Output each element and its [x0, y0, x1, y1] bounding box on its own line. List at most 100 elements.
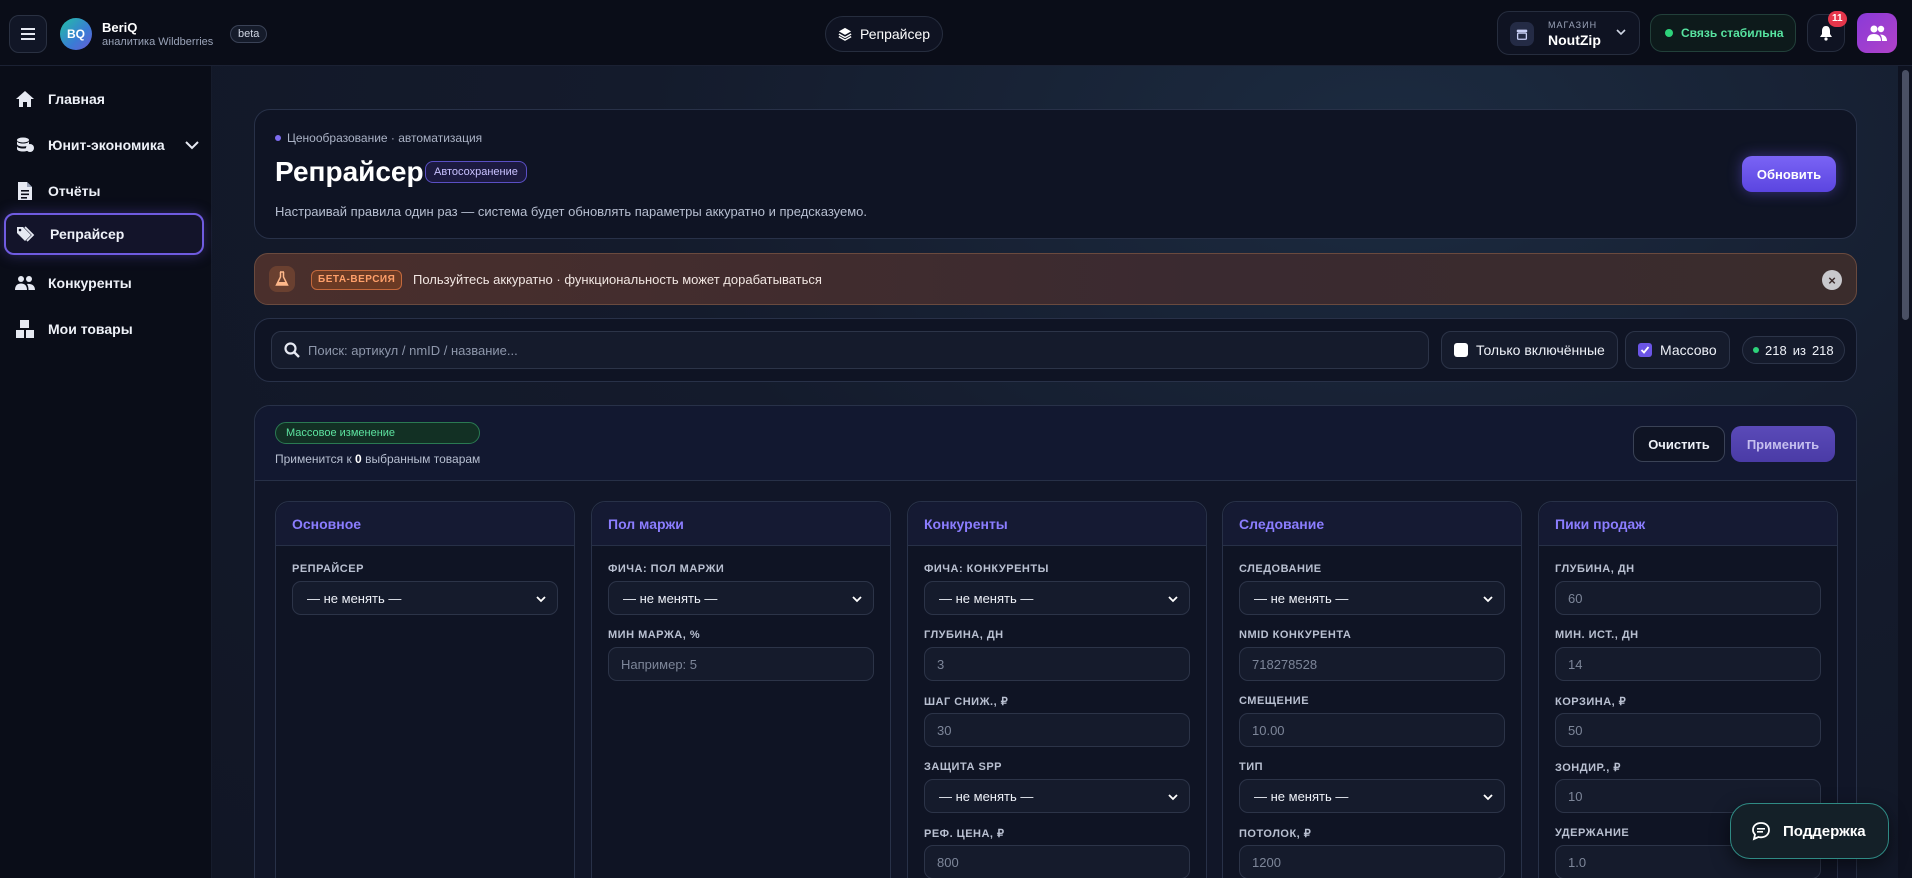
apply-button[interactable]: Применить [1731, 426, 1835, 462]
support-button[interactable]: Поддержка [1730, 803, 1889, 859]
sidebar-item-competitors[interactable]: Конкуренты [4, 262, 204, 304]
only-enabled-toggle[interactable]: Только включённые [1441, 331, 1618, 369]
sidebar-item-label: Главная [48, 91, 105, 107]
panel-basic: Основное РЕПРАЙСЕР — не менять — [275, 501, 575, 878]
status-dot [1665, 29, 1673, 37]
mass-edit-subtitle: Применится к 0 выбранным товарам [275, 452, 480, 466]
mass-mode-toggle[interactable]: Массово [1625, 331, 1730, 369]
only-enabled-label: Только включённые [1476, 342, 1605, 358]
search-input[interactable]: Поиск: артикул / nmID / название... [271, 331, 1429, 369]
depth-days-input[interactable]: 3 [924, 647, 1190, 681]
autosave-badge: Автосохранение [425, 161, 527, 183]
search-icon [284, 342, 300, 358]
items-count: 218 из 218 [1742, 336, 1845, 364]
competitor-nmid-input[interactable]: 718278528 [1239, 647, 1505, 681]
chevron-down-icon [1616, 29, 1626, 36]
sidebar-item-label: Юнит-экономика [48, 137, 165, 153]
spp-protection-select[interactable]: — не менять — [924, 779, 1190, 813]
sidebar-item-label: Репрайсер [50, 226, 125, 242]
select-value: — не менять — [1254, 788, 1349, 804]
field-label: ШАГ СНИЖ., ₽ [924, 696, 1009, 708]
search-placeholder: Поиск: артикул / nmID / название... [308, 342, 518, 358]
clear-button[interactable]: Очистить [1633, 426, 1725, 462]
sidebar-item-label: Мои товары [48, 321, 133, 337]
chevron-down-icon [1483, 794, 1493, 801]
mass-mode-label: Массово [1660, 342, 1717, 358]
panel-title: Пол маржи [592, 502, 890, 546]
current-page-chip: Репрайсер [825, 16, 944, 52]
panel-title: Конкуренты [908, 502, 1206, 546]
store-selector[interactable]: МАГАЗИН NoutZip [1497, 11, 1640, 55]
field-label: МИН. ИСТ., ДН [1555, 629, 1639, 641]
filter-bar: Поиск: артикул / nmID / название... Толь… [254, 318, 1857, 382]
field-label: РЕФ. ЦЕНА, ₽ [924, 828, 1005, 840]
sidebar-item-reports[interactable]: Отчёты [4, 170, 204, 212]
sidebar-item-repricer[interactable]: Репрайсер [4, 213, 204, 255]
offset-input[interactable]: 10.00 [1239, 713, 1505, 747]
brand-subtitle: аналитика Wildberries [102, 36, 214, 48]
mass-edit-header: Массовое изменение Применится к 0 выбран… [255, 406, 1856, 481]
page-description: Настраивай правила один раз — система бу… [275, 204, 868, 219]
sidebar-item-my-products[interactable]: Мои товары [4, 308, 204, 350]
main-content: Ценообразование · автоматизация Репрайсе… [212, 66, 1898, 878]
top-bar: BQ BeriQ аналитика Wildberries beta Репр… [0, 0, 1912, 66]
panel-title: Пики продаж [1539, 502, 1837, 546]
scrollbar-thumb[interactable] [1902, 70, 1909, 320]
field-label: СМЕЩЕНИЕ [1239, 695, 1310, 707]
field-label: РЕПРАЙСЕР [292, 563, 364, 575]
count-of: из [1792, 342, 1806, 358]
chevron-down-icon[interactable] [184, 140, 199, 150]
following-select[interactable]: — не менять — [1239, 581, 1505, 615]
count-dot [1753, 347, 1759, 353]
only-enabled-checkbox[interactable] [1454, 343, 1468, 357]
applies-suffix: выбранным товарам [365, 452, 481, 466]
reference-price-input[interactable]: 800 [924, 845, 1190, 878]
home-icon [14, 88, 36, 110]
boxes-icon [14, 318, 36, 340]
applies-prefix: Применится к [275, 452, 352, 466]
select-value: — не менять — [623, 590, 718, 606]
chevron-down-icon [1483, 596, 1493, 603]
peak-depth-input[interactable]: 60 [1555, 581, 1821, 615]
mass-edit-card: Массовое изменение Применится к 0 выбран… [254, 405, 1857, 878]
update-button[interactable]: Обновить [1742, 156, 1836, 192]
field-label: ЗОНДИР., ₽ [1555, 762, 1621, 774]
sidebar-item-home[interactable]: Главная [4, 78, 204, 120]
decrease-step-input[interactable]: 30 [924, 713, 1190, 747]
mass-edit-tag: Массовое изменение [275, 422, 480, 444]
ceiling-price-input[interactable]: 1200 [1239, 845, 1505, 878]
min-history-input[interactable]: 14 [1555, 647, 1821, 681]
repricer-select[interactable]: — не менять — [292, 581, 558, 615]
sidebar-item-label: Отчёты [48, 183, 101, 199]
brand-logo[interactable]: BQ [60, 18, 92, 50]
basket-input[interactable]: 50 [1555, 713, 1821, 747]
check-icon [1640, 346, 1650, 354]
mass-mode-checkbox[interactable] [1638, 343, 1652, 357]
beta-badge: beta [230, 25, 268, 43]
field-label: ФИЧА: ПОЛ МАРЖИ [608, 563, 725, 575]
field-label: ЗАЩИТА SPP [924, 761, 1002, 773]
page-header-card: Ценообразование · автоматизация Репрайсе… [254, 109, 1857, 239]
close-icon[interactable]: × [1822, 270, 1842, 290]
report-icon [14, 180, 36, 202]
user-avatar[interactable] [1857, 13, 1897, 53]
sidebar-item-unit-economics[interactable]: Юнит-экономика [4, 124, 204, 166]
sidebar: Главная Юнит-экономика Отчёты Репрайсер … [0, 66, 212, 878]
notifications-badge: 11 [1828, 11, 1847, 27]
field-label: УДЕРЖАНИЕ [1555, 827, 1630, 839]
select-value: — не менять — [307, 590, 402, 606]
store-name: NoutZip [1548, 32, 1601, 48]
current-page-label: Репрайсер [860, 26, 931, 42]
min-margin-input[interactable]: Например: 5 [608, 647, 874, 681]
page-title: Репрайсер [275, 156, 424, 187]
type-select[interactable]: — не менять — [1239, 779, 1505, 813]
competitors-feature-select[interactable]: — не менять — [924, 581, 1190, 615]
count-total: 218 [1811, 342, 1834, 358]
chevron-down-icon [1168, 596, 1178, 603]
kicker-dot [275, 135, 281, 141]
menu-toggle-button[interactable] [9, 15, 47, 53]
panel-title: Основное [276, 502, 574, 546]
margin-floor-feature-select[interactable]: — не менять — [608, 581, 874, 615]
chat-icon [1752, 822, 1770, 841]
flask-icon [269, 266, 295, 292]
